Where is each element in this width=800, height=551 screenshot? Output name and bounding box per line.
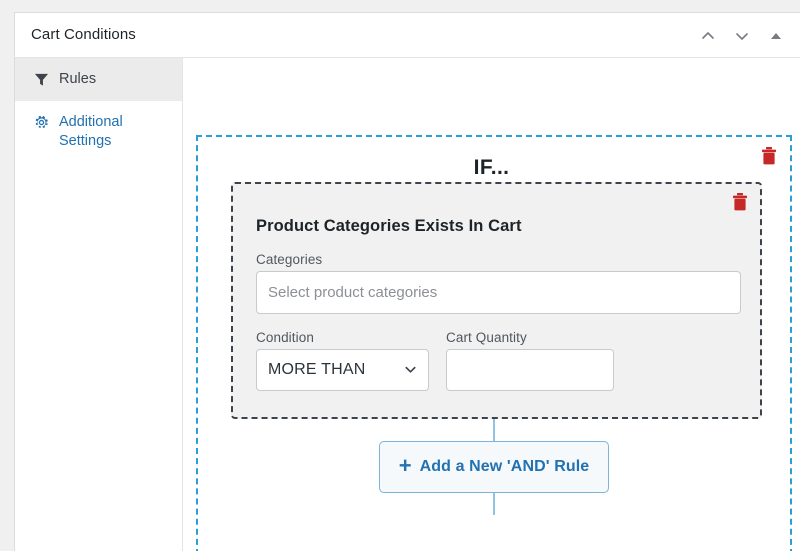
chevron-down-icon [733,27,751,45]
categories-placeholder: Select product categories [268,284,438,301]
condition-field: Condition MORE THAN [256,330,429,391]
triangle-up-icon [769,29,783,43]
cart-quantity-input[interactable] [446,349,614,391]
cart-quantity-label: Cart Quantity [446,330,527,345]
sidebar-item-additional-settings-label: Additional Settings [59,114,123,149]
cart-conditions-panel: Cart Conditions Rules Additional Setting… [14,12,800,551]
main-content: IF... Product Categories Exists In Cart … [183,58,800,551]
cart-quantity-field: Cart Quantity [446,330,614,391]
condition-row: Condition MORE THAN Cart Quantity [256,330,614,391]
delete-group-button[interactable] [758,145,780,167]
sidebar-item-rules-label: Rules [59,71,97,87]
move-down-button[interactable] [726,20,758,52]
condition-select[interactable]: MORE THAN [256,349,429,391]
delete-rule-button[interactable] [729,191,751,213]
connector-line-top [493,419,495,441]
condition-group: Product Categories Exists In Cart Catego… [196,135,792,551]
sidebar-item-rules[interactable]: Rules [15,58,182,101]
chevron-up-icon [699,27,717,45]
funnel-icon [33,70,49,89]
page-title: Cart Conditions [31,26,136,43]
panel-body: Rules Additional Settings IF... Product … [15,58,800,551]
add-and-rule-label: Add a New 'AND' Rule [419,458,590,475]
sidebar: Rules Additional Settings [15,58,183,551]
move-up-button[interactable] [692,20,724,52]
gear-icon [33,113,49,132]
plus-icon: + [398,453,412,478]
condition-value: MORE THAN [268,361,366,378]
rule-card: Product Categories Exists In Cart Catego… [231,182,762,419]
header-actions [692,13,792,58]
trash-icon [733,193,747,211]
sidebar-item-additional-settings[interactable]: Additional Settings [15,101,182,163]
categories-label: Categories [256,252,323,267]
connector-line-bottom [493,493,495,515]
panel-header: Cart Conditions [15,13,800,58]
trash-icon [762,147,776,165]
categories-select[interactable]: Select product categories [256,271,741,314]
rule-title: Product Categories Exists In Cart [256,217,522,235]
add-and-rule-button[interactable]: + Add a New 'AND' Rule [379,441,609,493]
collapse-button[interactable] [760,20,792,52]
condition-label: Condition [256,330,314,345]
categories-field: Categories Select product categories [256,252,741,314]
condition-select-wrap: MORE THAN [256,349,429,391]
